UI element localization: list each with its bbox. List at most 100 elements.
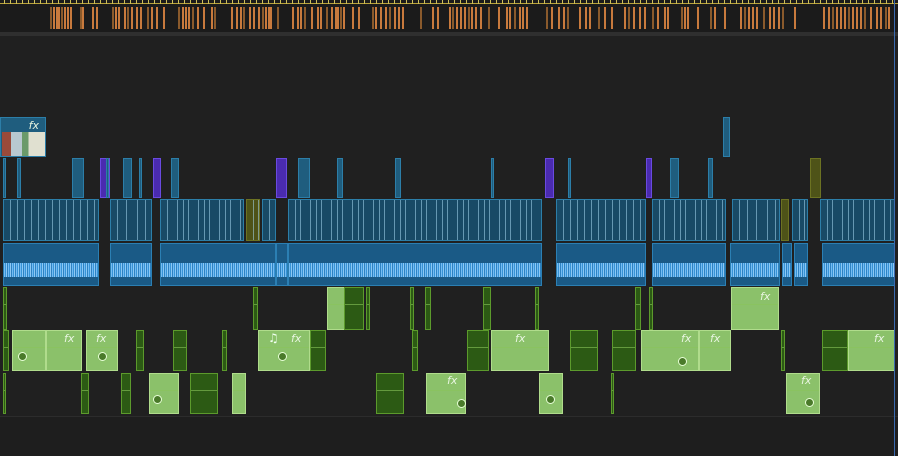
ruler-marker[interactable] bbox=[644, 7, 646, 29]
audio-clip[interactable] bbox=[649, 287, 653, 330]
audio-clip[interactable] bbox=[258, 330, 310, 371]
ruler-marker[interactable] bbox=[852, 7, 854, 29]
ruler-marker[interactable] bbox=[832, 7, 834, 29]
video-clip[interactable] bbox=[556, 199, 646, 241]
video-clip[interactable] bbox=[262, 199, 276, 241]
video-clip[interactable] bbox=[708, 158, 713, 198]
ruler-marker[interactable] bbox=[151, 7, 153, 29]
video-clip[interactable] bbox=[246, 199, 260, 241]
ruler-marker[interactable] bbox=[579, 7, 581, 29]
ruler-marker[interactable] bbox=[340, 7, 342, 29]
ruler-marker[interactable] bbox=[763, 7, 765, 29]
ruler-marker[interactable] bbox=[870, 7, 872, 29]
ruler-marker[interactable] bbox=[320, 7, 322, 29]
ruler-marker[interactable] bbox=[258, 7, 260, 29]
ruler-marker[interactable] bbox=[58, 7, 60, 29]
video-clip[interactable] bbox=[72, 158, 84, 198]
playhead[interactable] bbox=[894, 0, 895, 456]
audio-clip[interactable] bbox=[612, 330, 636, 371]
ruler-marker[interactable] bbox=[567, 7, 569, 29]
video-clip[interactable] bbox=[337, 158, 343, 198]
ruler-marker[interactable] bbox=[514, 7, 516, 29]
ruler-marker[interactable] bbox=[468, 7, 470, 29]
audio-clip[interactable] bbox=[253, 287, 258, 330]
ruler-marker[interactable] bbox=[337, 7, 339, 29]
ruler-marker[interactable] bbox=[697, 7, 699, 29]
ruler-marker[interactable] bbox=[498, 7, 500, 29]
video-clip[interactable] bbox=[153, 158, 161, 198]
ruler-marker[interactable] bbox=[488, 7, 490, 29]
ruler-marker[interactable] bbox=[667, 7, 669, 29]
ruler-marker[interactable] bbox=[163, 7, 165, 29]
ruler-marker[interactable] bbox=[67, 7, 69, 29]
ruler-marker[interactable] bbox=[136, 7, 138, 29]
audio-clip[interactable] bbox=[731, 287, 779, 330]
ruler-marker[interactable] bbox=[794, 7, 796, 29]
ruler-marker[interactable] bbox=[402, 7, 404, 29]
ruler-marker[interactable] bbox=[265, 7, 267, 29]
ruler-marker[interactable] bbox=[471, 7, 473, 29]
keyframe-icon[interactable] bbox=[18, 352, 27, 361]
ruler-marker[interactable] bbox=[249, 7, 251, 29]
ruler-marker[interactable] bbox=[112, 7, 114, 29]
ruler-marker[interactable] bbox=[860, 7, 862, 29]
ruler-marker[interactable] bbox=[773, 7, 775, 29]
audio-clip[interactable] bbox=[822, 243, 895, 286]
audio-clip[interactable] bbox=[110, 243, 152, 286]
audio-clip[interactable] bbox=[222, 330, 227, 371]
ruler-marker[interactable] bbox=[611, 7, 613, 29]
video-clip[interactable] bbox=[110, 199, 152, 241]
ruler-marker[interactable] bbox=[192, 7, 194, 29]
ruler-marker[interactable] bbox=[185, 7, 187, 29]
ruler-marker[interactable] bbox=[331, 7, 333, 29]
track-video-4[interactable] bbox=[0, 36, 898, 77]
ruler-marker[interactable] bbox=[752, 7, 754, 29]
audio-clip[interactable] bbox=[794, 243, 808, 286]
ruler-marker[interactable] bbox=[598, 7, 600, 29]
audio-clip[interactable] bbox=[822, 330, 848, 371]
keyframe-icon[interactable] bbox=[678, 357, 687, 366]
ruler-marker[interactable] bbox=[756, 7, 758, 29]
ruler-marker[interactable] bbox=[380, 7, 382, 29]
ruler-marker[interactable] bbox=[53, 7, 55, 29]
ruler-marker[interactable] bbox=[317, 7, 319, 29]
ruler-marker[interactable] bbox=[710, 7, 712, 29]
ruler-marker[interactable] bbox=[848, 7, 850, 29]
ruler-marker[interactable] bbox=[300, 7, 302, 29]
audio-clip[interactable] bbox=[276, 243, 288, 286]
audio-clip[interactable] bbox=[635, 287, 641, 330]
keyframe-icon[interactable] bbox=[805, 398, 814, 407]
ruler-marker[interactable] bbox=[372, 7, 374, 29]
ruler-marker[interactable] bbox=[253, 7, 255, 29]
ruler-marker[interactable] bbox=[769, 7, 771, 29]
ruler-marker[interactable] bbox=[782, 7, 784, 29]
video-clip[interactable] bbox=[3, 158, 6, 198]
ruler-marker[interactable] bbox=[509, 7, 511, 29]
ruler-marker[interactable] bbox=[203, 7, 205, 29]
audio-clip[interactable] bbox=[3, 243, 99, 286]
ruler-marker[interactable] bbox=[64, 7, 66, 29]
ruler-marker[interactable] bbox=[240, 7, 242, 29]
ruler-marker[interactable] bbox=[343, 7, 345, 29]
video-clip[interactable] bbox=[160, 199, 244, 241]
audio-clip[interactable] bbox=[782, 243, 792, 286]
keyframe-icon[interactable] bbox=[546, 395, 555, 404]
ruler-marker[interactable] bbox=[551, 7, 553, 29]
audio-clip[interactable] bbox=[376, 373, 404, 414]
ruler-marker[interactable] bbox=[778, 7, 780, 29]
ruler-marker[interactable] bbox=[96, 7, 98, 29]
keyframe-icon[interactable] bbox=[457, 399, 466, 408]
audio-clip[interactable] bbox=[483, 287, 491, 330]
ruler-marker[interactable] bbox=[885, 7, 887, 29]
video-clip[interactable] bbox=[288, 199, 542, 241]
ruler-marker[interactable] bbox=[304, 7, 306, 29]
ruler-marker[interactable] bbox=[740, 7, 742, 29]
ruler-marker[interactable] bbox=[375, 7, 377, 29]
audio-clip[interactable] bbox=[366, 287, 370, 330]
audio-clip[interactable] bbox=[412, 330, 418, 371]
ruler-marker[interactable] bbox=[748, 7, 750, 29]
ruler-marker[interactable] bbox=[840, 7, 842, 29]
ruler-marker[interactable] bbox=[61, 7, 63, 29]
ruler-marker[interactable] bbox=[464, 7, 466, 29]
ruler-marker[interactable] bbox=[270, 7, 272, 29]
